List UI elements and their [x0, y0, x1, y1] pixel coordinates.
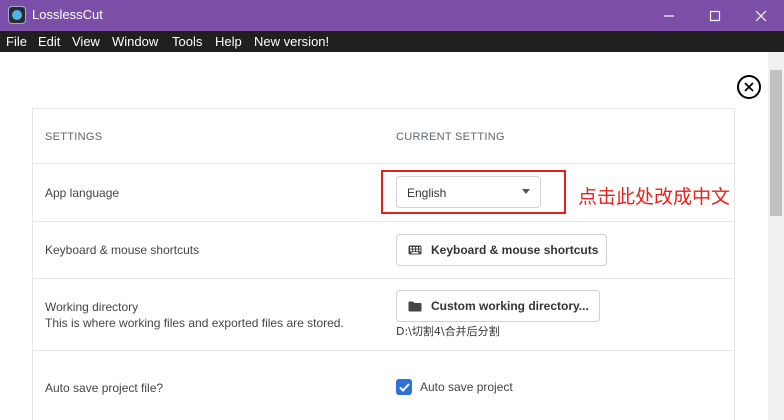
maximize-icon — [709, 10, 721, 21]
close-settings-button[interactable] — [737, 75, 761, 99]
minimize-button[interactable] — [646, 0, 692, 31]
custom-working-directory-button[interactable]: Custom working directory... — [396, 290, 600, 322]
menu-edit[interactable]: Edit — [38, 34, 60, 49]
checkmark-icon — [398, 382, 410, 392]
auto-save-label: Auto save project file? — [45, 381, 164, 395]
auto-save-checkbox-label[interactable]: Auto save project — [420, 380, 513, 394]
row-divider — [33, 221, 734, 222]
menu-bar: File Edit View Window Tools Help New ver… — [0, 31, 784, 52]
folder-icon — [408, 301, 422, 311]
app-language-label: App language — [45, 186, 120, 200]
custom-working-directory-button-label: Custom working directory... — [431, 299, 589, 313]
settings-table — [32, 108, 735, 420]
column-header-current-setting: CURRENT SETTING — [396, 131, 505, 143]
menu-window[interactable]: Window — [112, 34, 158, 49]
keyboard-shortcuts-button[interactable]: Keyboard & mouse shortcuts — [396, 234, 607, 266]
row-divider — [33, 163, 734, 164]
app-logo-icon — [8, 6, 26, 24]
menu-file[interactable]: File — [6, 34, 27, 49]
scrollbar-thumb[interactable] — [770, 70, 782, 216]
row-divider — [33, 278, 734, 279]
keyboard-shortcuts-label: Keyboard & mouse shortcuts — [45, 243, 200, 257]
window-close-button[interactable] — [738, 0, 784, 31]
close-icon — [755, 10, 767, 21]
maximize-button[interactable] — [692, 0, 738, 31]
column-header-settings: SETTINGS — [45, 131, 103, 143]
menu-new-version[interactable]: New version! — [254, 34, 329, 49]
annotation-text: 点击此处改成中文 — [578, 186, 731, 208]
menu-tools[interactable]: Tools — [172, 34, 202, 49]
red-highlight-box — [381, 170, 566, 214]
auto-save-checkbox[interactable] — [396, 379, 412, 395]
menu-view[interactable]: View — [72, 34, 100, 49]
row-divider — [33, 350, 734, 351]
minimize-icon — [664, 14, 674, 17]
window-title: LosslessCut — [32, 7, 103, 22]
keyboard-shortcuts-button-label: Keyboard & mouse shortcuts — [431, 243, 599, 257]
working-directory-description: This is where working files and exported… — [45, 316, 344, 330]
menu-help[interactable]: Help — [215, 34, 242, 49]
working-directory-label: Working directory — [45, 300, 139, 314]
title-bar: LosslessCut — [0, 0, 784, 31]
keyboard-icon — [408, 245, 422, 255]
close-icon — [744, 82, 754, 92]
working-directory-path: D:\切割4\合并后分割 — [396, 325, 500, 338]
